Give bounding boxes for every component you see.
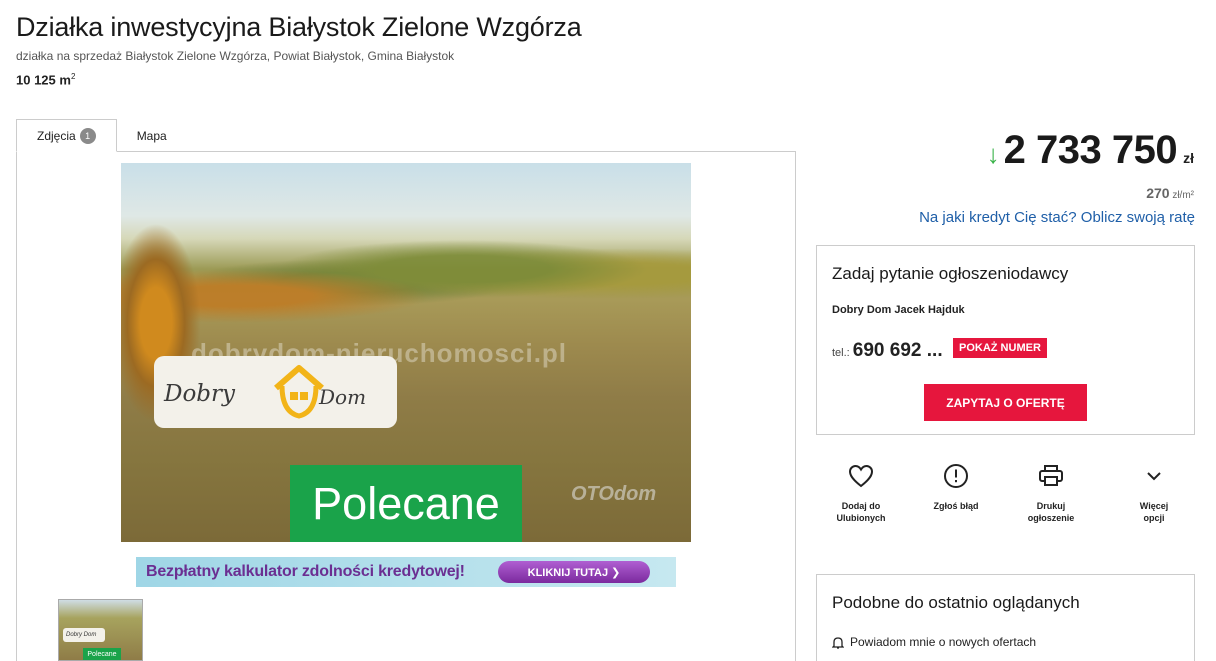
logo-word-dobry: Dobry — [164, 381, 235, 407]
print-button[interactable]: Drukuj ogłoszenie — [1006, 460, 1096, 524]
more-options-button[interactable]: Więcej opcji — [1109, 460, 1199, 524]
price: ↓ 2 733 750 zł — [987, 128, 1194, 173]
listing-location: działka na sprzedaż Białystok Zielone Wz… — [16, 49, 455, 63]
thumbnail-logo: Dobry Dom — [63, 628, 105, 642]
price-per-m2-value: 270 — [1146, 185, 1170, 201]
more-label-2: opcji — [1143, 513, 1165, 523]
notify-label: Powiadom mnie o nowych ofertach — [850, 635, 1037, 649]
agency-logo: Dobry Dom — [154, 356, 397, 428]
phone-number: tel.: 690 692 ... — [832, 340, 943, 362]
tab-map-label: Mapa — [136, 128, 167, 143]
print-label-1: Drukuj — [1036, 501, 1066, 511]
price-per-m2-unit: zł/m² — [1169, 190, 1194, 201]
photo-count-badge: 1 — [79, 127, 96, 144]
contact-box: Zadaj pytanie ogłoszeniodawcy Dobry Dom … — [816, 245, 1195, 435]
bell-icon — [832, 636, 844, 649]
report-label: Zgłoś błąd — [933, 501, 979, 511]
photo-trees — [121, 233, 691, 323]
price-value: 2 733 750 — [1003, 128, 1178, 172]
thumbnail-label: Polecane — [83, 648, 121, 660]
similar-listings-box: Podobne do ostatnio oglądanych Powiadom … — [816, 574, 1195, 661]
banner-text: Bezpłatny kalkulator zdolności kredytowe… — [146, 563, 465, 580]
similar-heading: Podobne do ostatnio oglądanych — [832, 593, 1080, 612]
area-unit-sup: 2 — [70, 72, 76, 81]
add-to-favorites-button[interactable]: Dodaj do Ulubionych — [816, 460, 906, 524]
ask-offer-button[interactable]: ZAPYTAJ O OFERTĘ — [924, 384, 1087, 421]
tab-map[interactable]: Mapa — [117, 119, 187, 152]
portal-stamp: OTOdom — [571, 483, 657, 505]
price-per-m2: 270 zł/m² — [1146, 185, 1194, 201]
contact-heading: Zadaj pytanie ogłoszeniodawcy — [832, 264, 1069, 283]
page-title: Działka inwestycyjna Białystok Zielone W… — [16, 12, 582, 42]
arrow-down-icon: ↓ — [986, 139, 1000, 169]
notify-new-offers-link[interactable]: Powiadom mnie o nowych ofertach — [832, 635, 1036, 649]
credit-calculator-link[interactable]: Na jaki kredyt Cię stać? Oblicz swoją ra… — [919, 209, 1195, 226]
favorites-label-1: Dodaj do — [841, 501, 881, 511]
tab-photos-label: Zdjęcia — [37, 128, 76, 143]
heart-icon — [848, 464, 874, 488]
price-currency: zł — [1183, 150, 1194, 166]
gallery-tabs: Zdjęcia 1 Mapa — [16, 119, 187, 152]
alert-icon — [944, 464, 968, 488]
photo-thumbnail[interactable]: Dobry Dom Polecane — [58, 599, 143, 661]
credit-calculator-banner[interactable]: Bezpłatny kalkulator zdolności kredytowe… — [136, 557, 676, 587]
main-photo[interactable]: dobrydom-nieruchomosci.pl Dobry Dom Pole… — [121, 163, 691, 542]
listing-area: 10 125 m2 — [16, 72, 75, 87]
phone-prefix: tel.: — [832, 347, 850, 359]
phone-value: 690 692 ... — [852, 340, 943, 361]
banner-button[interactable]: KLIKNIJ TUTAJ ❯ — [498, 561, 650, 583]
recommended-label: Polecane — [290, 465, 522, 542]
show-number-button[interactable]: POKAŻ NUMER — [953, 338, 1047, 358]
more-label-1: Więcej — [1139, 501, 1169, 511]
area-value: 10 125 m — [16, 72, 71, 88]
print-label-2: ogłoszenie — [1027, 513, 1075, 523]
chevron-down-icon — [1147, 472, 1161, 481]
logo-word-dom: Dom — [319, 385, 367, 409]
printer-icon — [1039, 465, 1063, 486]
favorites-label-2: Ulubionych — [836, 513, 886, 523]
agent-name: Dobry Dom Jacek Hajduk — [832, 304, 965, 316]
report-error-button[interactable]: Zgłoś błąd — [911, 460, 1001, 512]
tab-photos[interactable]: Zdjęcia 1 — [16, 119, 117, 152]
listing-actions: Dodaj do Ulubionych Zgłoś błąd Drukuj ogło… — [816, 460, 1195, 530]
